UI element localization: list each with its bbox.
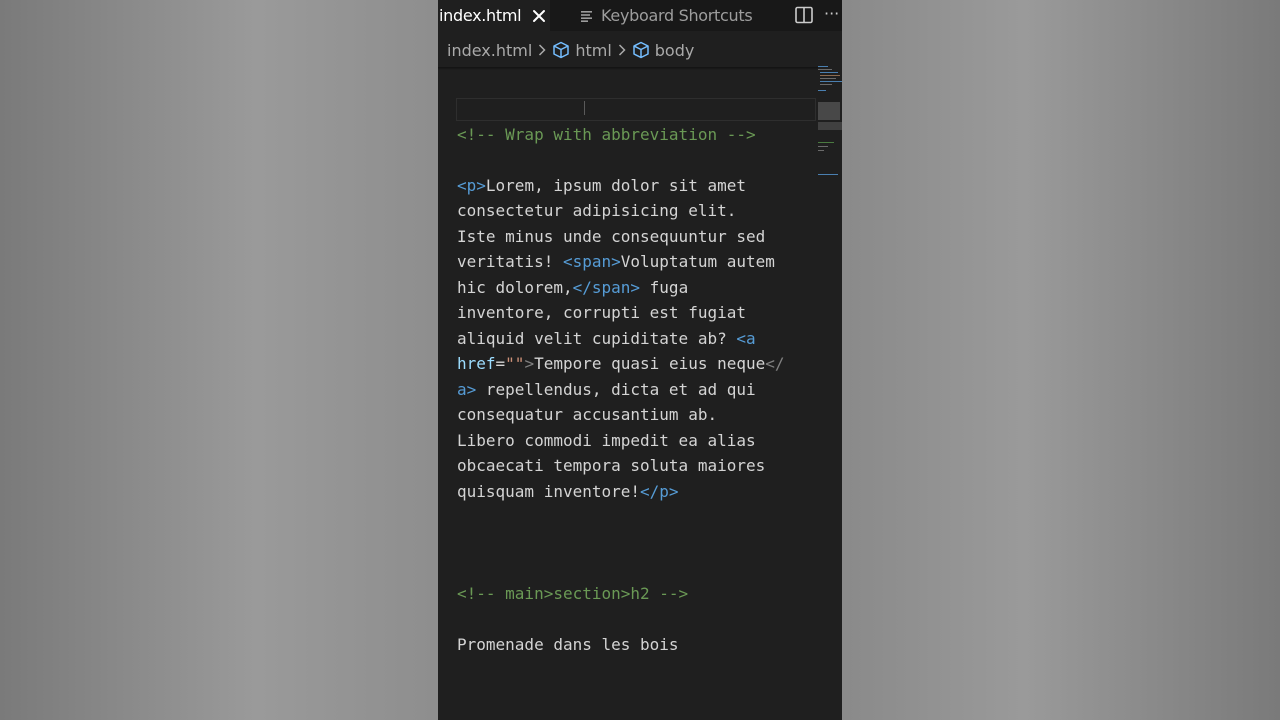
- breadcrumb-item-body[interactable]: body: [632, 40, 695, 60]
- code-tag: a>: [457, 379, 477, 399]
- code-string: "": [505, 354, 525, 373]
- close-icon[interactable]: [531, 8, 547, 24]
- code-line: Promenade dans les bois: [457, 632, 817, 658]
- breadcrumb-file-label: index.html: [447, 40, 533, 60]
- code-text: Lorem, ipsum dolor sit amet: [485, 175, 746, 195]
- tab-label: Keyboard Shortcuts: [601, 6, 753, 25]
- code-text: Voluptatum autem: [620, 252, 775, 271]
- code-text: repellendus, dicta et ad qui: [476, 379, 756, 399]
- code-line: consequatur accusantium ab.: [457, 402, 817, 428]
- code-text: veritatis!: [457, 252, 563, 271]
- code-text: Libero commodi impedit ea alias: [457, 430, 756, 450]
- code-tag: <a: [736, 328, 756, 348]
- split-editor-icon[interactable]: [794, 5, 814, 25]
- code-punct: </: [765, 354, 785, 373]
- code-text: aliquid velit cupiditate ab?: [457, 328, 737, 348]
- breadcrumb-file[interactable]: index.html: [447, 41, 532, 60]
- code-text: obcaecati tempora soluta maiores: [457, 456, 766, 475]
- code-tag: <p>: [457, 175, 486, 195]
- more-actions-icon[interactable]: ···: [824, 2, 842, 26]
- breadcrumb-shadow: [438, 67, 818, 70]
- code-tag-p-open: <p>: [457, 176, 486, 195]
- tab-bar: index.html Keyboard Shortcuts ···: [438, 0, 842, 31]
- cube-icon: [632, 41, 650, 59]
- code-text: Promenade dans les bois: [457, 634, 679, 654]
- code-text: Tempore quasi eius neque: [534, 354, 766, 373]
- code-text: consequatur accusantium ab.: [457, 405, 718, 424]
- tab-label: index.html: [439, 6, 522, 25]
- cube-icon: [552, 41, 570, 59]
- minimap[interactable]: [816, 62, 842, 262]
- code-line: consectetur adipisicing elit.: [457, 198, 817, 224]
- code-punct: >: [524, 354, 535, 373]
- code-line: a> repellendus, dicta et ad qui: [457, 377, 817, 403]
- breadcrumb-item-label: body: [654, 40, 695, 60]
- code-line: <p>Lorem, ipsum dolor sit amet: [457, 173, 817, 199]
- breadcrumb-item-label: html: [575, 40, 612, 60]
- code-comment: <!-- main>section>h2 -->: [457, 583, 689, 603]
- code-text: fuga: [640, 277, 689, 297]
- code-line: Iste minus unde consequuntur sed: [457, 224, 817, 250]
- code-line: obcaecati tempora soluta maiores: [457, 453, 817, 479]
- code-line: veritatis! <span>Voluptatum autem: [457, 249, 817, 275]
- code-line: inventore, corrupti est fugiat: [457, 300, 817, 326]
- code-line: hic dolorem,</span> fuga: [457, 275, 817, 301]
- code-comment: <!-- Wrap with abbreviation -->: [457, 124, 756, 144]
- code-line: <!-- main>section>h2 -->: [457, 581, 817, 607]
- code-line: href="">Tempore quasi eius neque</: [457, 351, 817, 377]
- chevron-right-icon: [618, 44, 626, 56]
- code-attribute: href: [457, 354, 496, 373]
- code-text: inventore, corrupti est fugiat: [457, 303, 746, 322]
- code-editor[interactable]: index.html Keyboard Shortcuts ··· index.…: [438, 0, 842, 720]
- tab-index-html[interactable]: index.html: [438, 0, 550, 31]
- code-line: aliquid velit cupiditate ab? <a: [457, 326, 817, 352]
- code-tag: <span>: [562, 252, 621, 271]
- keyboard-shortcuts-icon: [580, 10, 594, 22]
- code-text: consectetur adipisicing elit.: [457, 201, 737, 220]
- breadcrumb: index.html html body: [438, 31, 818, 69]
- breadcrumb-item-html[interactable]: html: [552, 40, 612, 60]
- code-text: Iste minus unde consequuntur sed: [457, 226, 766, 246]
- code-line: <!-- Wrap with abbreviation -->: [457, 122, 817, 148]
- code-tag: </span>: [572, 277, 641, 297]
- code-text: hic dolorem,: [457, 277, 573, 297]
- code-line: quisquam inventore!</p>: [457, 479, 817, 505]
- tab-keyboard-shortcuts[interactable]: Keyboard Shortcuts: [550, 0, 770, 31]
- code-line: Libero commodi impedit ea alias: [457, 428, 817, 454]
- video-frame: index.html Keyboard Shortcuts ··· index.…: [0, 0, 1280, 720]
- code-text: quisquam inventore!: [457, 481, 641, 501]
- code-content[interactable]: <!-- Wrap with abbreviation --> <p>Lorem…: [457, 96, 817, 657]
- chevron-right-icon: [538, 44, 546, 56]
- code-punct: =: [495, 354, 506, 373]
- code-tag: </p>: [640, 481, 679, 501]
